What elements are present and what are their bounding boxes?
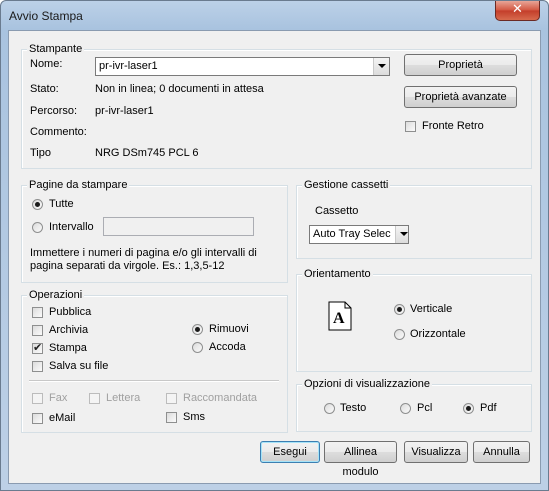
accoda-label: Accoda — [209, 341, 246, 353]
close-button[interactable]: ✕ — [495, 1, 540, 21]
salva-su-file-checkbox[interactable] — [32, 361, 43, 372]
portrait-page-letter: A — [333, 310, 345, 327]
testo-label: Testo — [340, 402, 367, 414]
tipo-label: Tipo — [30, 147, 51, 159]
dialog-client-area: Stampante Nome: pr-ivr-laser1 Stato: Non… — [8, 30, 541, 484]
tutte-label: Tutte — [49, 198, 74, 210]
commento-label: Commento: — [30, 126, 87, 138]
testo-radio[interactable] — [324, 403, 335, 414]
group-visualizzazione-legend: Opzioni di visualizzazione — [302, 378, 432, 391]
orizzontale-radio[interactable] — [394, 329, 405, 340]
printer-name-dropdown[interactable]: pr-ivr-laser1 — [95, 57, 390, 76]
cassetto-label: Cassetto — [315, 205, 359, 217]
fax-checkbox[interactable] — [32, 393, 43, 404]
orizzontale-label: Orizzontale — [410, 328, 466, 340]
proprieta-button[interactable]: Proprietà — [404, 54, 517, 76]
annulla-button[interactable]: Annulla — [473, 441, 530, 463]
chevron-down-icon[interactable] — [373, 58, 389, 75]
sms-checkbox[interactable] — [166, 412, 177, 423]
lettera-label: Lettera — [106, 392, 141, 404]
esegui-button[interactable]: Esegui — [260, 441, 320, 463]
percorso-label: Percorso: — [30, 105, 78, 117]
stampa-checkbox[interactable] — [32, 341, 43, 354]
chevron-down-icon[interactable] — [395, 226, 408, 243]
verticale-radio[interactable] — [394, 304, 405, 315]
pubblica-label: Pubblica — [49, 306, 92, 318]
raccomandata-checkbox[interactable] — [166, 393, 177, 404]
sms-label: Sms — [183, 411, 205, 423]
stato-label: Stato: — [30, 83, 59, 95]
close-icon: ✕ — [512, 2, 523, 17]
email-checkbox[interactable] — [32, 413, 43, 424]
intervallo-input[interactable] — [103, 217, 254, 236]
tipo-value: NRG DSm745 PCL 6 — [95, 147, 199, 159]
dialog-window: Avvio Stampa ✕ Stampante Nome: pr-ivr-la… — [0, 0, 549, 491]
rimuovi-label: Rimuovi — [209, 323, 249, 335]
stampa-label: Stampa — [49, 342, 87, 354]
percorso-value: pr-ivr-laser1 — [95, 105, 154, 117]
fax-label: Fax — [49, 392, 68, 404]
intervallo-hint: Immettere i numeri di pagina e/o gli int… — [30, 247, 257, 272]
intervallo-radio[interactable] — [32, 222, 43, 233]
rimuovi-radio[interactable] — [192, 324, 203, 335]
printer-name-value: pr-ivr-laser1 — [99, 60, 158, 72]
email-label: eMail — [49, 412, 76, 424]
title-bar[interactable]: Avvio Stampa ✕ — [1, 1, 548, 31]
pdf-label: Pdf — [480, 402, 497, 414]
cassetto-dropdown[interactable]: Auto Tray Selec — [309, 225, 409, 244]
lettera-checkbox[interactable] — [89, 393, 100, 404]
tutte-radio[interactable] — [32, 199, 43, 210]
archivia-checkbox[interactable] — [32, 325, 43, 336]
visualizza-button[interactable]: Visualizza — [404, 441, 468, 463]
group-operazioni-legend: Operazioni — [27, 289, 85, 302]
group-orientamento-legend: Orientamento — [302, 268, 373, 281]
accoda-radio[interactable] — [192, 342, 203, 353]
cassetto-value: Auto Tray Selec — [313, 228, 391, 240]
group-cassetti — [296, 185, 532, 259]
portrait-page-icon: A — [328, 301, 352, 331]
group-cassetti-legend: Gestione cassetti — [302, 179, 391, 192]
raccomandata-label: Raccomandata — [183, 392, 257, 404]
allinea-modulo-button[interactable]: Allinea modulo — [324, 441, 397, 478]
salva-su-file-label: Salva su file — [49, 360, 109, 372]
pcl-label: Pcl — [417, 402, 433, 414]
fronte-retro-label: Fronte Retro — [422, 120, 484, 132]
pcl-radio[interactable] — [400, 403, 411, 414]
operazioni-divider — [29, 380, 279, 382]
archivia-label: Archivia — [49, 324, 89, 336]
stato-value: Non in linea; 0 documenti in attesa — [95, 83, 264, 95]
group-pagine-legend: Pagine da stampare — [27, 179, 130, 192]
proprieta-avanzate-button[interactable]: Proprietà avanzate — [404, 86, 517, 108]
pdf-radio[interactable] — [463, 403, 474, 414]
nome-label: Nome: — [30, 58, 63, 70]
window-title: Avvio Stampa — [9, 9, 83, 23]
intervallo-label: Intervallo — [49, 221, 94, 233]
fronte-retro-checkbox[interactable] — [405, 121, 416, 132]
group-stampante-legend: Stampante — [27, 43, 85, 56]
pubblica-checkbox[interactable] — [32, 307, 43, 318]
verticale-label: Verticale — [410, 303, 453, 315]
